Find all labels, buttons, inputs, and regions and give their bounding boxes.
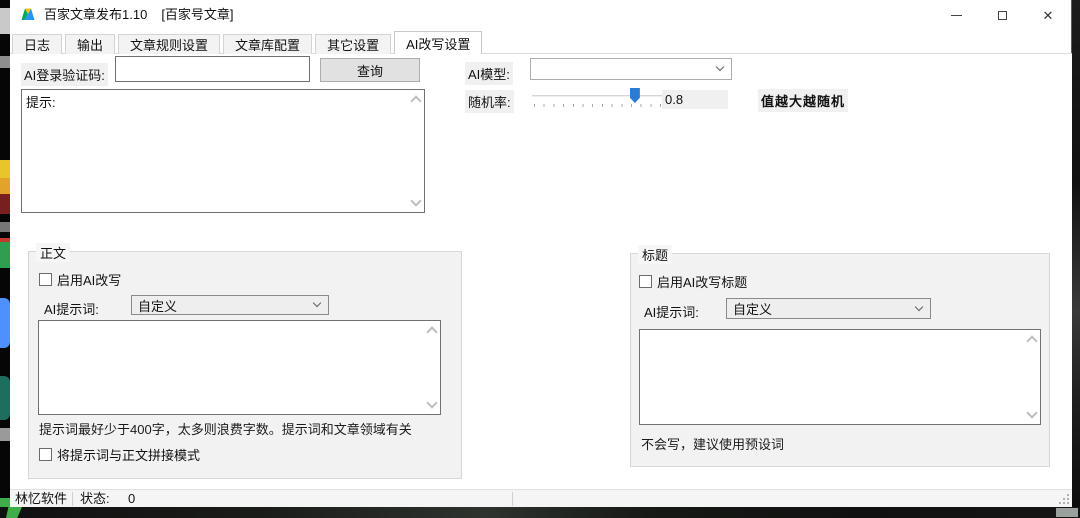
app-title: 百家文章发布1.10 <box>44 7 148 22</box>
enable-ai-rewrite-title-checkbox-row[interactable]: 启用AI改写标题 <box>639 272 747 291</box>
chevron-down-icon <box>715 62 725 72</box>
scroll-up-icon[interactable] <box>410 95 422 107</box>
minimize-button[interactable] <box>933 0 979 30</box>
title-ai-prompt-words-selected-value: 自定义 <box>733 302 773 317</box>
status-value: 0 <box>128 491 136 506</box>
app-drive-triangle-icon <box>21 8 35 20</box>
status-label: 状态: <box>80 491 110 506</box>
chevron-down-icon <box>312 298 322 308</box>
random-rate-label: 随机率: <box>465 90 514 113</box>
title-ai-prompt-words-select[interactable]: 自定义 <box>726 298 931 319</box>
desktop-icon-fragment <box>0 194 10 214</box>
window-controls: ✕ <box>933 0 1071 30</box>
checkbox-icon[interactable] <box>39 448 52 461</box>
status-bar: 林忆软件 状态: 0 <box>10 489 1072 507</box>
status-brand: 林忆软件 <box>15 491 68 506</box>
query-button[interactable]: 查询 <box>320 58 420 82</box>
desktop-icon-fragment <box>0 222 10 232</box>
maximize-button[interactable] <box>979 0 1025 30</box>
enable-ai-rewrite-label: 启用AI改写 <box>57 273 122 288</box>
chevron-down-icon <box>914 302 924 311</box>
app-subtitle: [百家号文章] <box>161 7 234 22</box>
tab-ai-rewrite-settings[interactable]: AI改写设置 <box>394 31 483 54</box>
desktop-left-strip <box>0 0 10 518</box>
titlebar: 百家文章发布1.10 [百家号文章] ✕ <box>10 0 1071 30</box>
enable-ai-rewrite-title-label: 启用AI改写标题 <box>657 275 748 290</box>
enable-ai-rewrite-checkbox-row[interactable]: 启用AI改写 <box>39 270 121 289</box>
body-prompt-textarea[interactable] <box>38 320 441 415</box>
prompt-display-text: 提示: <box>26 95 56 110</box>
title-group: 标题 启用AI改写标题 AI提示词: 自定义 不会写，建议使用预设词 <box>630 245 1050 467</box>
title-group-title: 标题 <box>638 245 673 264</box>
ai-prompt-words-label: AI提示词: <box>44 302 99 317</box>
ai-prompt-words-label: AI提示词: <box>644 305 699 320</box>
desktop-icon-fragment <box>0 238 10 268</box>
checkbox-icon[interactable] <box>39 273 52 286</box>
tab-article-library[interactable]: 文章库配置 <box>223 34 313 54</box>
slider-thumb[interactable] <box>629 88 640 103</box>
random-rate-value: 0.8 <box>662 90 728 109</box>
prompt-display-box[interactable]: 提示: <box>21 89 425 213</box>
minimize-icon <box>950 14 962 16</box>
desktop-icon-fragment <box>0 428 10 441</box>
scroll-down-icon[interactable] <box>410 195 422 207</box>
maximize-icon <box>997 10 1007 20</box>
title-prompt-textarea[interactable] <box>639 329 1041 425</box>
random-rate-hint: 值越大越随机 <box>758 89 849 112</box>
body-text-group-title: 正文 <box>36 243 71 262</box>
ai-prompt-words-selected-value: 自定义 <box>138 298 178 314</box>
title-prompt-hint: 不会写，建议使用预设词 <box>641 437 785 452</box>
slider-ticks <box>534 104 664 107</box>
window-title: 百家文章发布1.10 [百家号文章] <box>44 0 234 30</box>
ai-prompt-words-select[interactable]: 自定义 <box>131 295 329 315</box>
app-window: 百家文章发布1.10 [百家号文章] ✕ 日志 输出 文章规则设置 文章库配置 其… <box>10 0 1072 507</box>
close-button[interactable]: ✕ <box>1025 0 1071 30</box>
concat-prompt-label: 将提示词与正文拼接模式 <box>57 448 201 463</box>
ai-model-label: AI模型: <box>465 62 513 85</box>
tab-other-settings[interactable]: 其它设置 <box>315 34 392 54</box>
slider-track <box>532 95 666 97</box>
desktop-icon-fragment <box>0 298 10 348</box>
ai-model-select[interactable] <box>530 58 732 80</box>
status-separator <box>512 492 513 506</box>
desktop-bottom-strip <box>0 507 1080 518</box>
desktop-icon-fragment <box>1056 508 1078 517</box>
body-text-group: 正文 启用AI改写 AI提示词: 自定义 提示词最好少于400字，太多则浪费字数… <box>28 243 462 479</box>
concat-prompt-checkbox-row[interactable]: 将提示词与正文拼接模式 <box>39 445 200 464</box>
checkbox-icon[interactable] <box>639 275 652 288</box>
scroll-down-icon[interactable] <box>426 397 438 409</box>
desktop-icon-fragment <box>0 160 10 178</box>
desktop-icon-fragment <box>6 507 22 518</box>
desktop-icon-fragment <box>0 56 10 68</box>
random-rate-slider[interactable] <box>530 87 668 107</box>
ai-rewrite-settings-panel: AI登录验证码: 查询 AI模型: 随机率: 0.8 值越大越随机 提示: 正文… <box>10 53 1072 489</box>
body-prompt-hint: 提示词最好少于400字，太多则浪费字数。提示词和文章领域有关 <box>39 422 412 437</box>
desktop-right-strip <box>1072 0 1080 518</box>
scroll-up-icon[interactable] <box>426 326 438 338</box>
ai-login-captcha-input[interactable] <box>115 56 310 82</box>
resize-grip-icon[interactable] <box>1058 493 1070 505</box>
desktop-icon-fragment <box>0 178 10 194</box>
close-icon: ✕ <box>1042 7 1054 23</box>
tab-strip: 日志 输出 文章规则设置 文章库配置 其它设置 AI改写设置 <box>12 31 483 54</box>
status-separator <box>72 492 73 506</box>
ai-login-captcha-label: AI登录验证码: <box>21 63 108 86</box>
tab-article-rules[interactable]: 文章规则设置 <box>118 34 221 54</box>
tab-output[interactable]: 输出 <box>65 34 116 54</box>
desktop-background: 百家文章发布1.10 [百家号文章] ✕ 日志 输出 文章规则设置 文章库配置 其… <box>0 0 1080 518</box>
desktop-icon-fragment <box>0 376 10 420</box>
desktop-icon-fragment <box>0 8 10 34</box>
scroll-down-icon[interactable] <box>1026 407 1038 419</box>
tab-log[interactable]: 日志 <box>12 34 63 54</box>
scroll-up-icon[interactable] <box>1026 335 1038 347</box>
